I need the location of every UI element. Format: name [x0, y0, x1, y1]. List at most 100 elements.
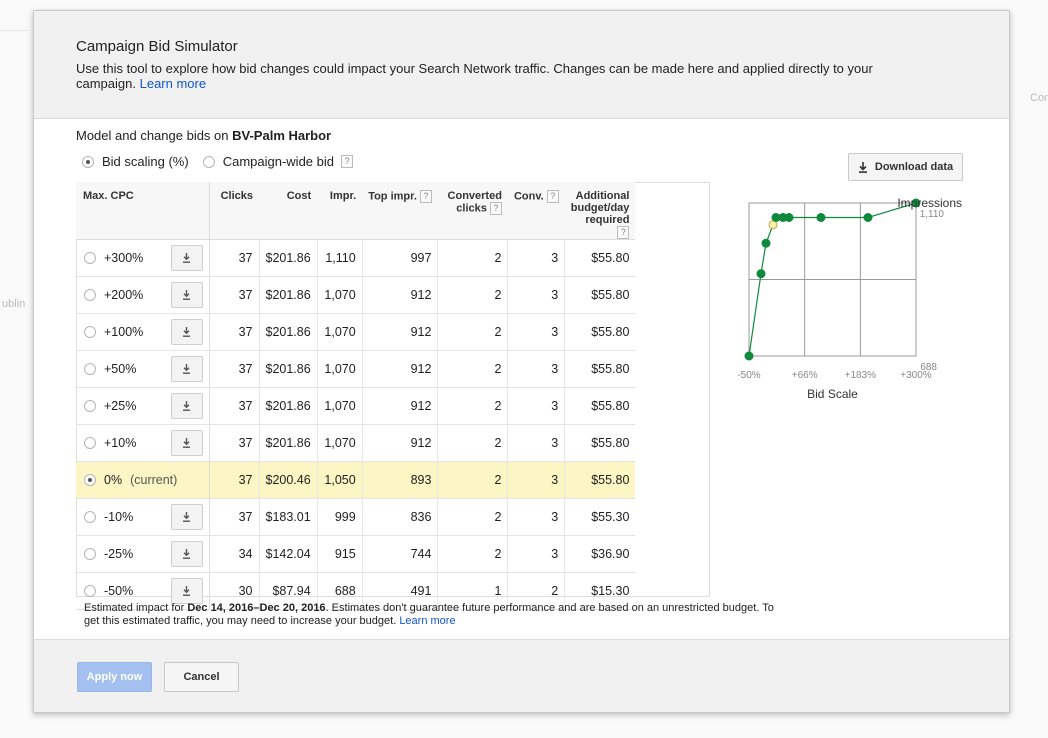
top-impr-cell: 912	[362, 387, 439, 425]
download-icon	[183, 586, 190, 596]
bid-simulator-dialog: Campaign Bid Simulator Use this tool to …	[33, 10, 1010, 713]
row-radio[interactable]	[84, 252, 96, 264]
cost-cell: $201.86	[259, 350, 318, 388]
budget-cell: $55.80	[564, 461, 636, 499]
cost-cell: $201.86	[259, 424, 318, 462]
bid-scaling-radio[interactable]	[82, 155, 94, 168]
help-icon[interactable]: ?	[546, 190, 559, 203]
impr-cell: 1,070	[317, 424, 363, 462]
apply-row-button[interactable]	[170, 541, 203, 567]
chart-x-axis-label: Bid Scale	[807, 387, 858, 398]
download-icon	[183, 512, 190, 522]
table-row[interactable]: +10% 37 $201.86 1,070 912 2 3 $55.80	[76, 424, 636, 462]
cost-cell: $183.01	[259, 498, 318, 536]
table-row[interactable]: 0% (current) 37 $200.46 1,050 893 2 3 $55.80	[76, 461, 636, 499]
budget-cell: $55.80	[564, 424, 636, 462]
conv-cell: 3	[507, 461, 566, 499]
conv-cell: 3	[507, 535, 566, 573]
learn-more-link[interactable]: Learn more	[140, 76, 206, 91]
cancel-button[interactable]: Cancel	[164, 662, 239, 692]
cpc-cell: +25%	[76, 387, 210, 425]
table-row[interactable]: +25% 37 $201.86 1,070 912 2 3 $55.80	[76, 387, 636, 425]
cost-cell: $142.04	[259, 535, 318, 573]
converted-clicks-cell: 2	[437, 535, 509, 573]
apply-row-button[interactable]	[170, 430, 203, 456]
col-top-impr: Top impr. ?	[362, 182, 438, 240]
background-divider	[0, 30, 28, 31]
apply-now-button[interactable]: Apply now	[77, 662, 152, 692]
table-row[interactable]: -10% 37 $183.01 999 836 2 3 $55.30	[76, 498, 636, 536]
row-radio[interactable]	[84, 585, 96, 597]
converted-clicks-cell: 2	[437, 387, 509, 425]
chart-x-tick-label: +300%	[900, 370, 932, 381]
mode-selector: Bid scaling (%) Campaign-wide bid ?	[82, 154, 353, 169]
cpc-label: +50%	[104, 362, 137, 376]
conv-cell: 3	[507, 424, 566, 462]
row-radio[interactable]	[84, 474, 96, 486]
help-icon[interactable]: ?	[617, 226, 630, 239]
apply-row-button[interactable]	[170, 504, 203, 530]
col-conv: Conv. ?	[507, 182, 565, 240]
conv-cell: 3	[507, 350, 566, 388]
simulator-table: Max. CPC Clicks Cost Impr. Top impr. ? C…	[76, 182, 636, 610]
converted-clicks-cell: 2	[437, 239, 509, 277]
bid-scaling-label[interactable]: Bid scaling (%)	[102, 154, 189, 169]
apply-row-button[interactable]	[170, 393, 203, 419]
table-row[interactable]: -25% 34 $142.04 915 744 2 3 $36.90	[76, 535, 636, 573]
campaign-wide-bid-radio[interactable]	[202, 155, 215, 168]
clicks-cell: 37	[209, 239, 260, 277]
budget-cell: $55.80	[564, 276, 636, 314]
top-impr-cell: 997	[362, 239, 439, 277]
col-impr: Impr.	[317, 182, 363, 240]
top-impr-cell: 912	[362, 350, 439, 388]
col-converted-clicks: Converted clicks ?	[437, 182, 508, 240]
download-icon	[858, 161, 867, 173]
apply-row-button[interactable]	[170, 319, 203, 345]
cpc-label: +100%	[104, 325, 144, 339]
clicks-cell: 37	[209, 498, 260, 536]
help-icon[interactable]: ?	[340, 155, 353, 168]
apply-row-button[interactable]	[170, 282, 203, 308]
download-icon	[183, 438, 190, 448]
table-row[interactable]: +300% 37 $201.86 1,110 997 2 3 $55.80	[76, 239, 636, 277]
chart-point	[744, 351, 754, 361]
chart-y-axis-label: Impressions	[897, 196, 962, 210]
table-row[interactable]: +100% 37 $201.86 1,070 912 2 3 $55.80	[76, 313, 636, 351]
col-max-cpc: Max. CPC	[76, 182, 210, 240]
impr-cell: 915	[317, 535, 363, 573]
chart-point	[761, 238, 771, 248]
download-data-button[interactable]: Download data	[848, 153, 963, 181]
apply-row-button[interactable]	[170, 356, 203, 382]
chart-point	[756, 269, 766, 279]
row-radio[interactable]	[84, 400, 96, 412]
help-icon[interactable]: ?	[419, 190, 432, 203]
top-impr-cell: 912	[362, 313, 439, 351]
download-icon	[183, 364, 190, 374]
conv-cell: 3	[507, 387, 566, 425]
impr-cell: 999	[317, 498, 363, 536]
row-radio[interactable]	[84, 511, 96, 523]
budget-cell: $55.30	[564, 498, 636, 536]
cpc-cell: +50%	[76, 350, 210, 388]
row-radio[interactable]	[84, 326, 96, 338]
row-radio[interactable]	[84, 437, 96, 449]
row-radio[interactable]	[84, 363, 96, 375]
help-icon[interactable]: ?	[489, 202, 502, 215]
row-radio[interactable]	[84, 289, 96, 301]
apply-row-button[interactable]	[170, 245, 203, 271]
footnote-learn-more-link[interactable]: Learn more	[399, 615, 455, 627]
chart-point	[863, 213, 873, 223]
impr-cell: 1,110	[317, 239, 363, 277]
table-row[interactable]: +200% 37 $201.86 1,070 912 2 3 $55.80	[76, 276, 636, 314]
table-row[interactable]: +50% 37 $201.86 1,070 912 2 3 $55.80	[76, 350, 636, 388]
apply-row-button[interactable]	[170, 578, 203, 604]
cost-cell: $201.86	[259, 387, 318, 425]
col-additional-budget: Additional budget/day required ?	[564, 182, 636, 240]
cpc-label: 0%	[104, 473, 123, 487]
campaign-wide-bid-label[interactable]: Campaign-wide bid	[223, 154, 334, 169]
chart-x-tick-label: +183%	[845, 370, 877, 381]
col-cost: Cost	[259, 182, 318, 240]
impr-cell: 1,050	[317, 461, 363, 499]
cost-cell: $201.86	[259, 276, 318, 314]
row-radio[interactable]	[84, 548, 96, 560]
